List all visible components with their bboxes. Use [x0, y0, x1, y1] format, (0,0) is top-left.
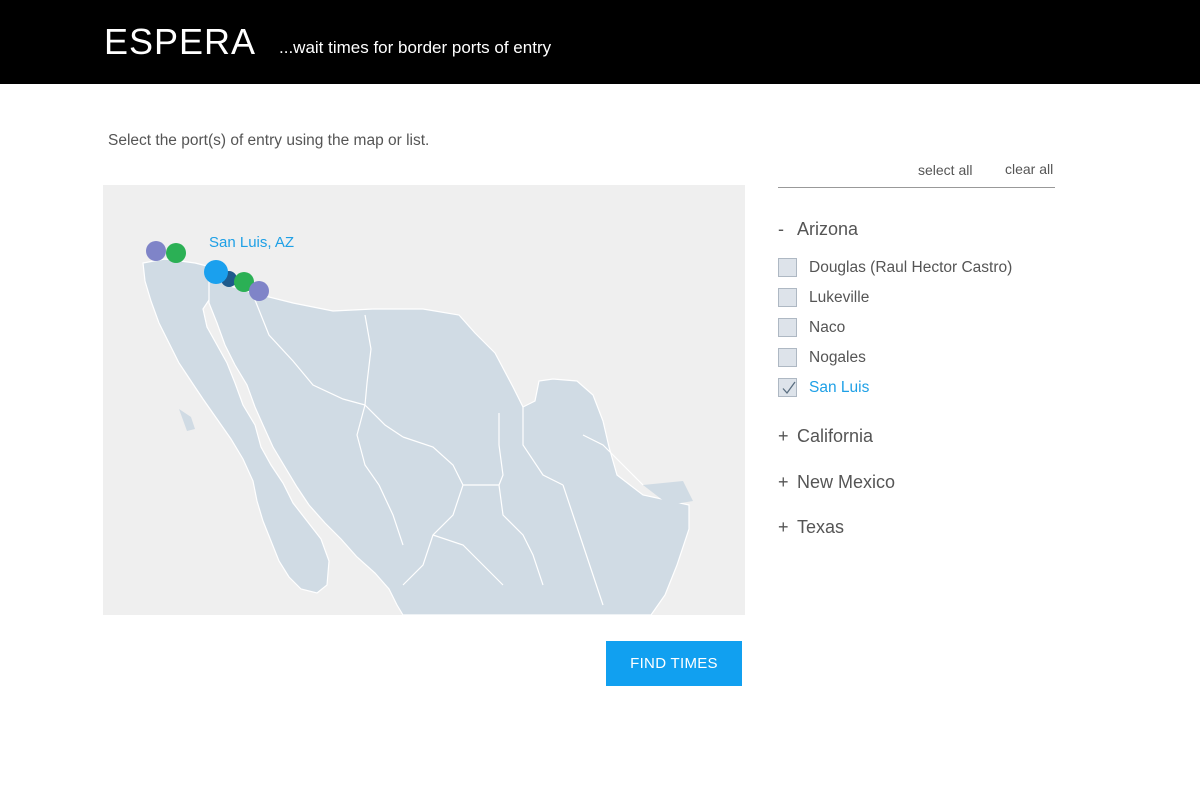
- collapse-icon: -: [778, 219, 784, 239]
- state-name: Arizona: [797, 219, 859, 239]
- state-arizona[interactable]: - Arizona: [778, 219, 858, 240]
- checkbox[interactable]: [778, 258, 797, 277]
- tagline: ...wait times for border ports of entry: [279, 38, 552, 57]
- expand-icon: +: [778, 472, 789, 492]
- checkbox[interactable]: [778, 318, 797, 337]
- port-label: Nogales: [809, 349, 866, 366]
- state-name: California: [797, 426, 874, 446]
- state-name: New Mexico: [797, 472, 896, 492]
- brand-logo: ESPERA: [104, 21, 257, 62]
- expand-icon: +: [778, 517, 789, 537]
- state-name: Texas: [797, 517, 845, 537]
- map-highlight-label: San Luis, AZ: [209, 234, 295, 251]
- check-icon: [782, 381, 796, 395]
- state-texas[interactable]: + Texas: [778, 517, 844, 538]
- top-bar: ESPERA ...wait times for border ports of…: [0, 0, 1200, 84]
- instructions-text: Select the port(s) of entry using the ma…: [108, 132, 430, 149]
- port-marker[interactable]: [166, 243, 186, 263]
- checkbox[interactable]: [778, 348, 797, 367]
- checkbox-checked[interactable]: [778, 378, 797, 397]
- mexico-map: [142, 241, 693, 615]
- select-all-link[interactable]: select all: [918, 162, 972, 178]
- port-marker[interactable]: [249, 281, 269, 301]
- expand-icon: +: [778, 426, 789, 446]
- port-marker-selected[interactable]: [204, 260, 228, 284]
- state-california[interactable]: + California: [778, 426, 873, 447]
- port-label: Naco: [809, 319, 846, 336]
- port-label: Lukeville: [809, 289, 870, 306]
- state-new-mexico[interactable]: + New Mexico: [778, 472, 895, 493]
- list-actions: select all clear all: [778, 160, 1055, 188]
- port-label: San Luis: [809, 379, 870, 396]
- clear-all-link[interactable]: clear all: [1005, 161, 1053, 177]
- find-times-button[interactable]: FIND TIMES: [606, 641, 742, 686]
- map-land-baja-island: [179, 409, 195, 431]
- port-marker[interactable]: [146, 241, 166, 261]
- ports-map[interactable]: San Luis, AZ: [103, 185, 745, 615]
- port-label: Douglas (Raul Hector Castro): [809, 259, 1013, 276]
- checkbox[interactable]: [778, 288, 797, 307]
